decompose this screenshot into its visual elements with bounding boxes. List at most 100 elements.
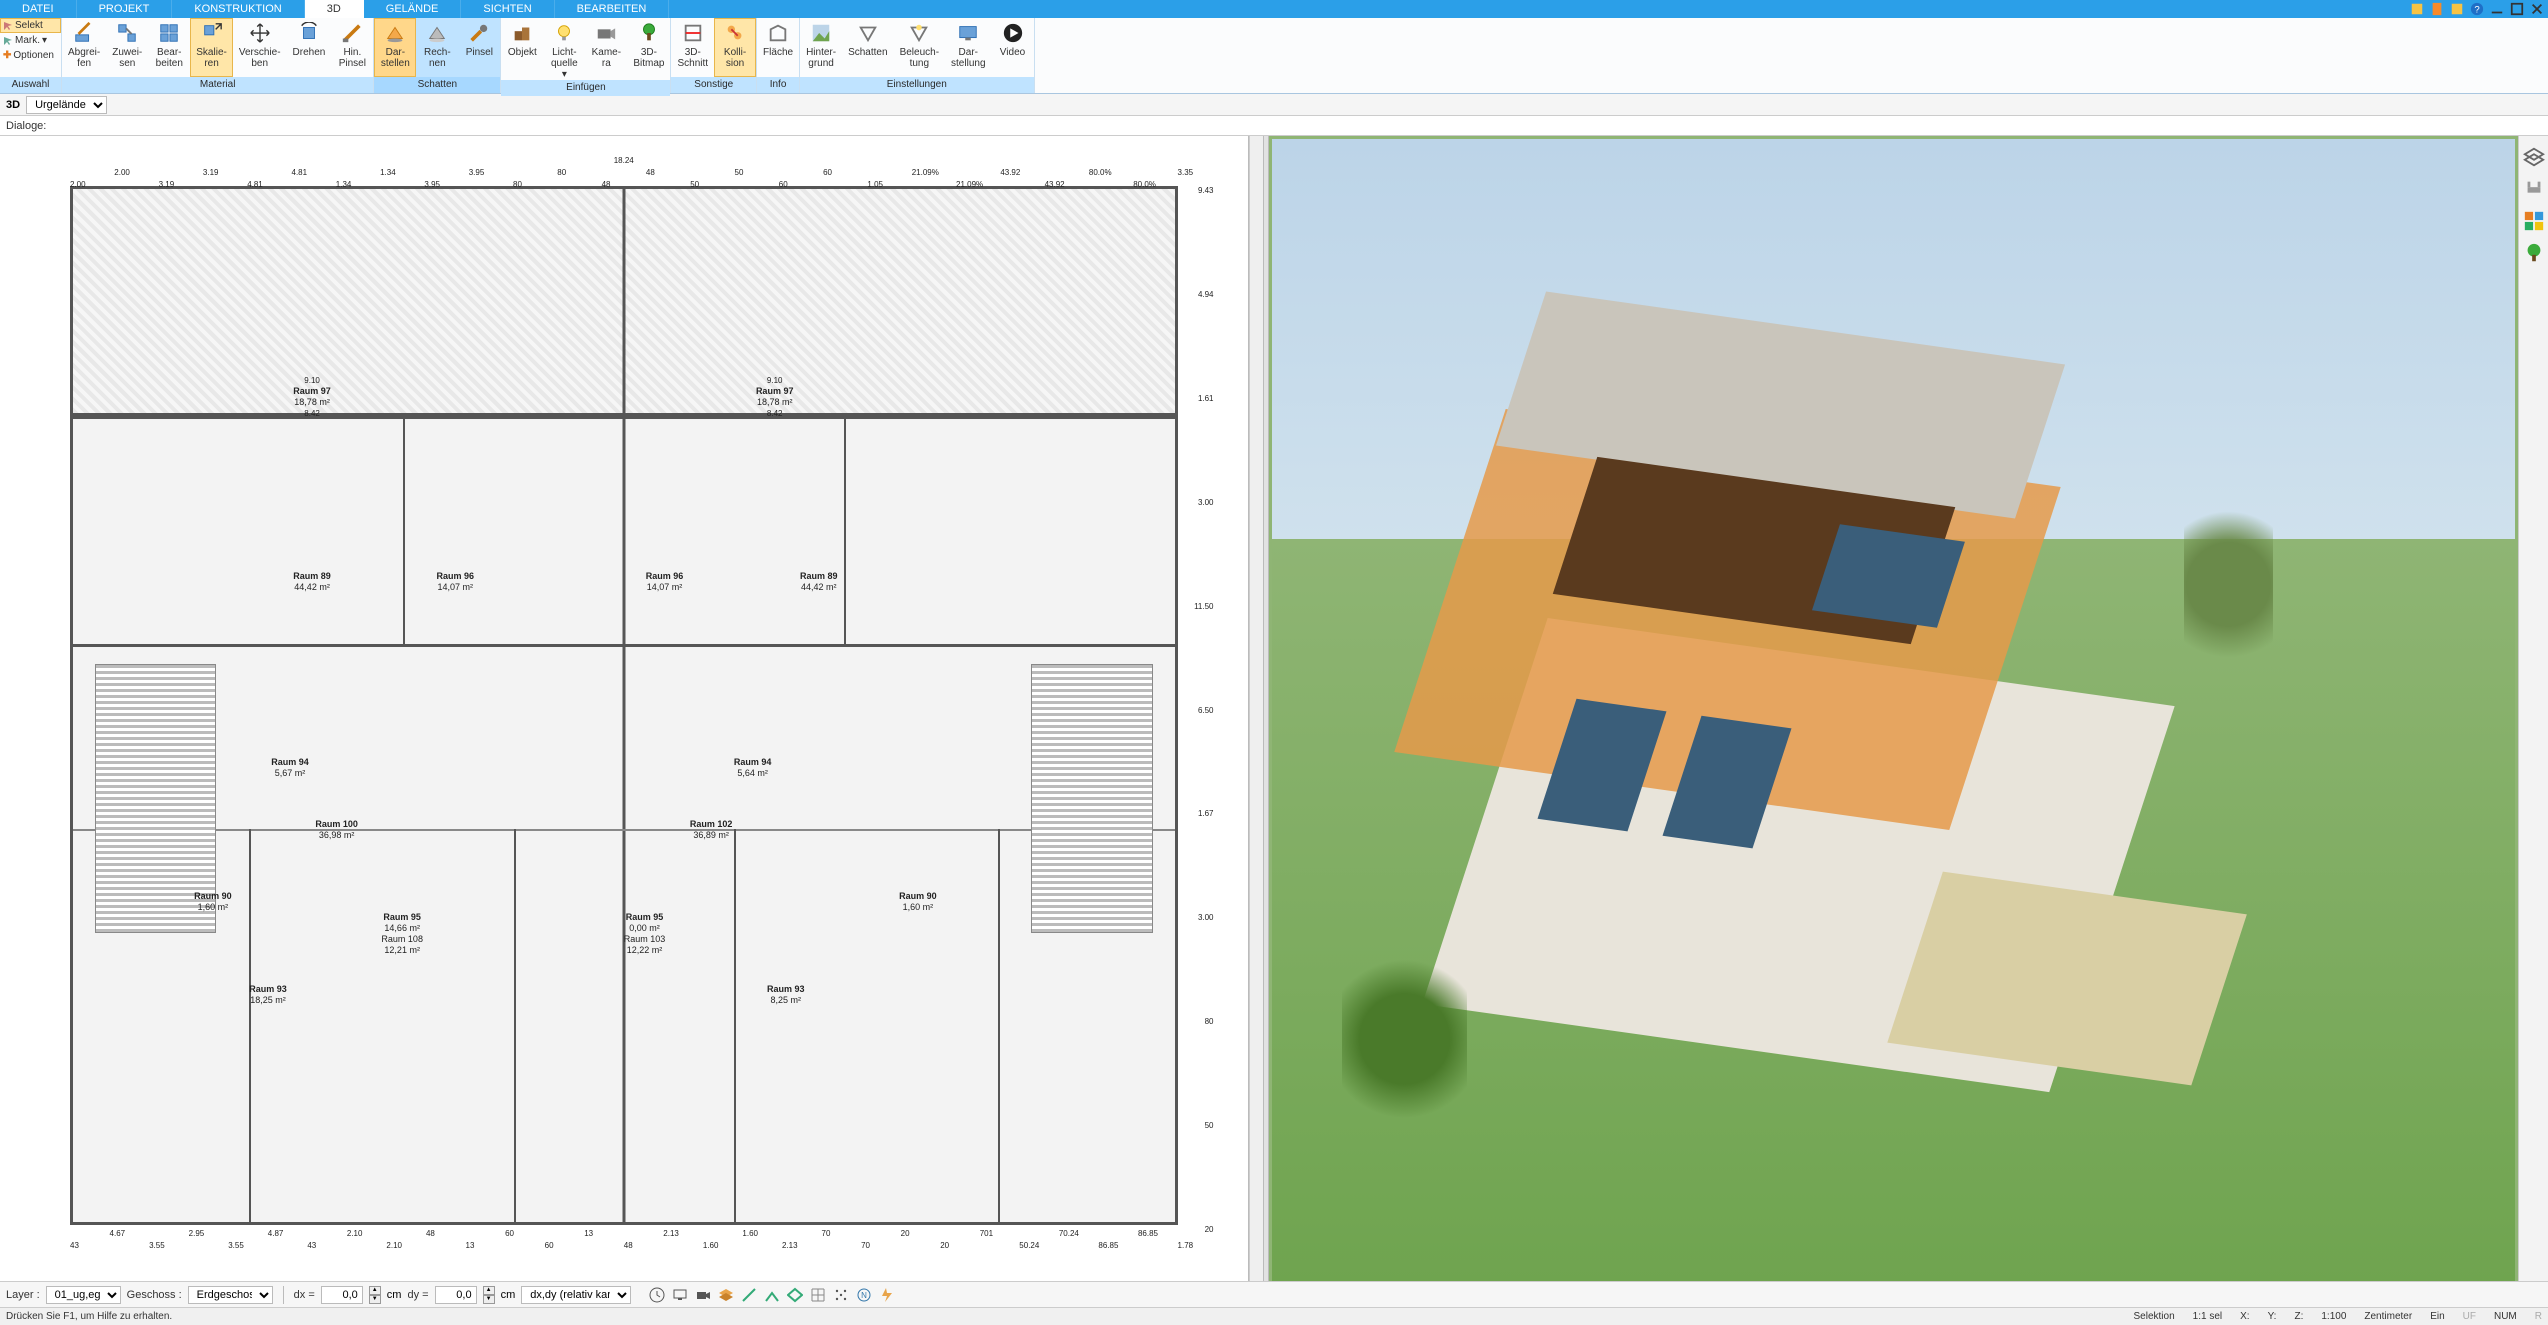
tool-icon-3[interactable]: [2450, 2, 2464, 16]
menu-bearbeiten[interactable]: BEARBEITEN: [555, 0, 670, 18]
layers-icon[interactable]: [2523, 146, 2545, 168]
dy-up[interactable]: ▲: [483, 1286, 495, 1295]
darstellen-button[interactable]: Dar-stellen: [374, 18, 416, 77]
menu-sichten[interactable]: SICHTEN: [461, 0, 554, 18]
beleuchtung-button[interactable]: Beleuch-tung: [894, 18, 945, 77]
menu-projekt[interactable]: PROJEKT: [77, 0, 173, 18]
snap2-icon[interactable]: [762, 1285, 782, 1305]
maximize-icon[interactable]: [2510, 2, 2524, 16]
optionen-button[interactable]: ✚ Optionen: [0, 48, 61, 63]
skalieren-button[interactable]: Skalie-ren: [190, 18, 233, 77]
3d-schnitt-button[interactable]: 3D-Schnitt: [671, 18, 714, 77]
dim-label: 1.34: [380, 168, 396, 177]
snap1-icon[interactable]: [739, 1285, 759, 1305]
menu-datei[interactable]: DATEI: [0, 0, 77, 18]
work-area: 18.24: [0, 136, 2548, 1285]
selekt-button[interactable]: Selekt: [0, 18, 61, 33]
hintergrund-button[interactable]: Hinter-grund: [800, 18, 842, 77]
dim-label: 3.35: [1178, 168, 1194, 177]
objekt-button[interactable]: Objekt: [501, 18, 543, 80]
help-icon[interactable]: ?: [2470, 2, 2484, 16]
kollision-button[interactable]: Kolli-sion: [714, 18, 756, 77]
bottom-toolbar: Layer : 01_ug,eg,og Geschoss : Erdgescho…: [0, 1281, 2548, 1307]
dx-label: dx =: [294, 1289, 315, 1301]
svg-text:?: ?: [2474, 5, 2479, 16]
lichtquelle-button[interactable]: Licht-quelle▾: [543, 18, 585, 80]
dim-label: 80.0%: [1089, 168, 1112, 177]
menu-gelaende[interactable]: GELÄNDE: [364, 0, 462, 18]
abgreifen-button[interactable]: Abgrei-fen: [62, 18, 106, 77]
bearbeiten-button[interactable]: Bear-beiten: [148, 18, 190, 77]
dim-label: 48: [646, 168, 655, 177]
dim-label: 9.43: [1198, 186, 1214, 195]
tool-icon-2[interactable]: [2430, 2, 2444, 16]
tree-icon[interactable]: [2523, 242, 2545, 264]
dy-input[interactable]: [435, 1286, 477, 1304]
status-unit: Zentimeter: [2364, 1311, 2412, 1322]
view-combo[interactable]: Urgelände: [26, 96, 107, 114]
layers2-icon[interactable]: [716, 1285, 736, 1305]
bolt-icon[interactable]: [877, 1285, 897, 1305]
dx-up[interactable]: ▲: [369, 1286, 381, 1295]
dim-label: 20: [940, 1241, 949, 1250]
dim-label: 1.67: [1198, 809, 1214, 818]
grid-icon[interactable]: [808, 1285, 828, 1305]
layer-select[interactable]: 01_ug,eg,og: [46, 1286, 121, 1304]
dim-label: 20: [901, 1229, 910, 1238]
schatten-settings-button[interactable]: Schatten: [842, 18, 893, 77]
nav-bar: 3D Urgelände: [0, 94, 2548, 116]
kamera-button[interactable]: Kame-ra: [585, 18, 627, 80]
pinsel-button[interactable]: Pinsel: [458, 18, 500, 77]
dim-label: 70: [822, 1229, 831, 1238]
dx-down[interactable]: ▼: [369, 1295, 381, 1304]
menu-3d[interactable]: 3D: [305, 0, 364, 18]
room-label: 9.10Raum 9718,78 m²8.42: [756, 375, 794, 419]
tool-icon-1[interactable]: [2410, 2, 2424, 16]
status-uf: UF: [2463, 1311, 2476, 1322]
3d-bitmap-button[interactable]: 3D-Bitmap: [627, 18, 670, 80]
menu-konstruktion[interactable]: KONSTRUKTION: [172, 0, 304, 18]
north-icon[interactable]: N: [854, 1285, 874, 1305]
dim-label: 3.55: [149, 1241, 165, 1250]
dots-icon[interactable]: [831, 1285, 851, 1305]
dim-label: 3.55: [228, 1241, 244, 1250]
dy-unit: cm: [501, 1289, 516, 1301]
close-icon[interactable]: [2530, 2, 2544, 16]
menu-bar: DATEI PROJEKT KONSTRUKTION 3D GELÄNDE SI…: [0, 0, 2548, 18]
3d-view[interactable]: [1269, 136, 2518, 1285]
geschoss-select[interactable]: Erdgeschoss: [188, 1286, 273, 1304]
camera-icon[interactable]: [693, 1285, 713, 1305]
plan-scrollbar[interactable]: [1249, 136, 1263, 1285]
dim-label: 2.13: [782, 1241, 798, 1250]
dim-label: 4.81: [247, 180, 263, 189]
minimize-icon[interactable]: [2490, 2, 2504, 16]
dim-label: 1.78: [1178, 1241, 1194, 1250]
ribbon-label-einfuegen: Einfügen: [501, 80, 670, 96]
plan-view[interactable]: 18.24: [0, 136, 1249, 1285]
video-button[interactable]: Video: [992, 18, 1034, 77]
clock-icon[interactable]: [647, 1285, 667, 1305]
drehen-button[interactable]: Drehen: [287, 18, 332, 77]
flaeche-button[interactable]: Fläche: [757, 18, 799, 77]
mark-button[interactable]: Mark.▾: [0, 33, 61, 48]
dim-label: 48: [602, 180, 611, 189]
coord-mode-select[interactable]: dx,dy (relativ kartesisch): [521, 1286, 631, 1304]
geschoss-label: Geschoss :: [127, 1289, 182, 1301]
ribbon-group-material: Abgrei-fen Zuwei-sen Bear-beiten Skalie-…: [62, 18, 374, 93]
monitor-icon[interactable]: [670, 1285, 690, 1305]
hin-pinsel-button[interactable]: Hin.Pinsel: [331, 18, 373, 77]
ribbon-label-material: Material: [62, 77, 373, 93]
snap3-icon[interactable]: [785, 1285, 805, 1305]
zuweisen-button[interactable]: Zuwei-sen: [106, 18, 148, 77]
dim-label: 21.09%: [956, 180, 983, 189]
dim-label: 1.60: [703, 1241, 719, 1250]
darstellung-button[interactable]: Dar-stellung: [945, 18, 991, 77]
svg-text:N: N: [861, 1291, 867, 1300]
chair-icon[interactable]: [2523, 178, 2545, 200]
dx-input[interactable]: [321, 1286, 363, 1304]
dy-down[interactable]: ▼: [483, 1295, 495, 1304]
verschieben-button[interactable]: Verschie-ben: [233, 18, 287, 77]
status-num: NUM: [2494, 1311, 2517, 1322]
rechnen-button[interactable]: Rech-nen: [416, 18, 458, 77]
color-palette-icon[interactable]: [2523, 210, 2545, 232]
